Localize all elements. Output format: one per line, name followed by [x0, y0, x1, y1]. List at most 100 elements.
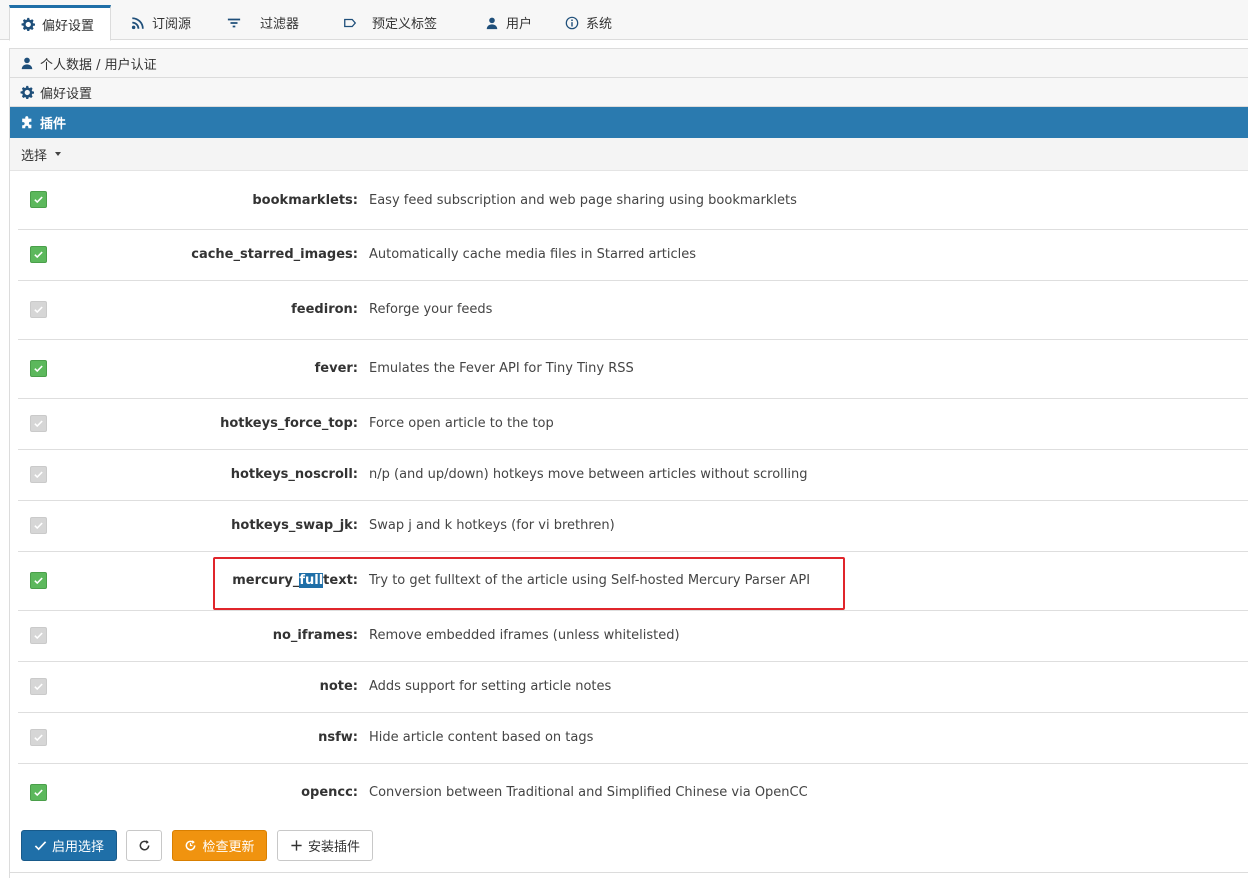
tab-label: 偏好设置: [42, 18, 95, 34]
section-plugins[interactable]: 插件: [10, 107, 1248, 138]
check-icon: [34, 734, 43, 742]
plugin-row-opencc[interactable]: opencc: Conversion between Traditional a…: [18, 764, 1248, 823]
plugin-row-no-iframes[interactable]: no_iframes: Remove embedded iframes (unl…: [18, 611, 1248, 662]
button-label: 安装插件: [307, 840, 360, 855]
gear-icon: [20, 16, 36, 32]
check-icon: [34, 306, 43, 314]
section-preferences[interactable]: 偏好设置: [10, 78, 1248, 107]
panel-bottom-border: [9, 872, 1248, 873]
plugin-name: nsfw:: [318, 730, 358, 745]
button-label: 启用选择: [51, 840, 104, 855]
tab-labels[interactable]: 预定义标签: [332, 5, 447, 40]
plugin-row-hotkeys-noscroll[interactable]: hotkeys_noscroll: n/p (and up/down) hotk…: [18, 450, 1248, 501]
check-icon: [34, 196, 43, 204]
plugin-checkbox[interactable]: [30, 517, 47, 534]
info-icon: [564, 15, 580, 31]
update-icon: [186, 840, 196, 851]
check-icon: [34, 251, 43, 259]
plugin-name: hotkeys_noscroll:: [230, 467, 358, 482]
plugin-name: hotkeys_force_top:: [220, 416, 358, 431]
section-label: 插件: [40, 117, 67, 132]
plugin-description: n/p (and up/down) hotkeys move between a…: [369, 467, 808, 482]
tab-label: 过滤器: [260, 17, 300, 32]
tab-users[interactable]: 用户: [474, 5, 542, 40]
tab-label: 订阅源: [152, 17, 192, 32]
plugin-actions-toolbar: 启用选择 检查更新 安装插件: [0, 820, 1248, 878]
plugin-name: hotkeys_swap_jk:: [231, 518, 358, 533]
plugin-row-mercury-fulltext[interactable]: mercury_fulltext: Try to get fulltext of…: [18, 552, 1248, 611]
plugin-checkbox[interactable]: [30, 572, 47, 589]
section-label: 个人数据 / 用户认证: [40, 57, 157, 73]
plugin-checkbox[interactable]: [30, 360, 47, 377]
plugin-row-nsfw[interactable]: nsfw: Hide article content based on tags: [18, 713, 1248, 764]
user-icon: [20, 56, 34, 70]
plugin-row-cache-starred-images[interactable]: cache_starred_images: Automatically cach…: [18, 230, 1248, 281]
plugin-checkbox[interactable]: [30, 784, 47, 801]
check-icon: [34, 577, 43, 585]
plugin-name: mercury_fulltext:: [232, 573, 358, 588]
filter-icon: [226, 15, 242, 31]
plugin-checkbox[interactable]: [30, 301, 47, 318]
puzzle-icon: [20, 115, 34, 130]
selected-text-highlight: full: [299, 573, 324, 588]
plugin-checkbox[interactable]: [30, 246, 47, 263]
plugin-name: opencc:: [301, 785, 358, 800]
tab-preferences[interactable]: 偏好设置: [9, 5, 111, 41]
tab-label: 系统: [586, 17, 613, 32]
plugin-name: fever:: [314, 361, 358, 376]
plugin-row-feediron[interactable]: feediron: Reforge your feeds: [18, 281, 1248, 340]
tab-system[interactable]: 系统: [554, 5, 622, 40]
plugin-checkbox[interactable]: [30, 466, 47, 483]
check-icon: [34, 471, 43, 479]
plugin-description: Remove embedded iframes (unless whitelis…: [369, 628, 680, 643]
plugin-name: bookmarklets:: [252, 193, 358, 208]
select-label: 选择: [21, 148, 48, 164]
plugin-name: feediron:: [291, 302, 358, 317]
section-personal-data[interactable]: 个人数据 / 用户认证: [10, 49, 1248, 78]
plugin-name-part: mercury_: [232, 573, 300, 588]
check-icon: [34, 365, 43, 373]
plugin-checkbox[interactable]: [30, 627, 47, 644]
plugin-description: Easy feed subscription and web page shar…: [369, 193, 797, 208]
install-plugin-button[interactable]: 安装插件: [277, 830, 373, 861]
plugin-description: Conversion between Traditional and Simpl…: [369, 785, 808, 800]
plugin-name: note:: [319, 679, 358, 694]
plugin-name: cache_starred_images:: [191, 247, 358, 262]
tab-label: 预定义标签: [372, 17, 438, 32]
rss-icon: [130, 15, 146, 31]
plugin-description: Try to get fulltext of the article using…: [369, 573, 811, 588]
check-icon: [34, 420, 43, 428]
plugin-checkbox[interactable]: [30, 191, 47, 208]
plugin-description: Force open article to the top: [369, 416, 554, 431]
gear-icon: [20, 85, 34, 99]
plugin-row-hotkeys-force-top[interactable]: hotkeys_force_top: Force open article to…: [18, 399, 1248, 450]
plugin-row-fever[interactable]: fever: Emulates the Fever API for Tiny T…: [18, 340, 1248, 399]
plugin-name-part: text:: [323, 573, 358, 588]
top-tab-bar: 偏好设置 订阅源 过滤器 预定义标签 用户 系统: [0, 0, 1248, 41]
tab-filters[interactable]: 过滤器: [216, 5, 309, 40]
plugin-description: Automatically cache media files in Starr…: [369, 247, 697, 262]
tab-feeds[interactable]: 订阅源: [120, 5, 201, 40]
plugin-description: Swap j and k hotkeys (for vi brethren): [369, 518, 615, 533]
plugin-checkbox[interactable]: [30, 678, 47, 695]
check-icon: [34, 789, 43, 797]
plugin-list: bookmarklets: Easy feed subscription and…: [18, 172, 1248, 823]
section-label: 偏好设置: [40, 86, 93, 102]
enable-selected-button[interactable]: 启用选择: [21, 830, 117, 861]
plugin-description: Adds support for setting article notes: [369, 679, 612, 694]
select-dropdown[interactable]: 选择: [10, 138, 1248, 171]
plugin-checkbox[interactable]: [30, 729, 47, 746]
plugin-row-note[interactable]: note: Adds support for setting article n…: [18, 662, 1248, 713]
plugin-description: Emulates the Fever API for Tiny Tiny RSS: [369, 361, 634, 376]
reload-button[interactable]: [126, 830, 162, 861]
plugin-name: no_iframes:: [272, 628, 358, 643]
check-icon: [34, 632, 43, 640]
plugin-description: Hide article content based on tags: [369, 730, 594, 745]
tab-label: 用户: [506, 17, 533, 32]
check-updates-button[interactable]: 检查更新: [172, 830, 267, 861]
plugin-row-bookmarklets[interactable]: bookmarklets: Easy feed subscription and…: [18, 172, 1248, 230]
plugin-row-hotkeys-swap-jk[interactable]: hotkeys_swap_jk: Swap j and k hotkeys (f…: [18, 501, 1248, 552]
user-icon: [484, 15, 500, 31]
plugin-checkbox[interactable]: [30, 415, 47, 432]
plus-icon: [291, 840, 302, 851]
